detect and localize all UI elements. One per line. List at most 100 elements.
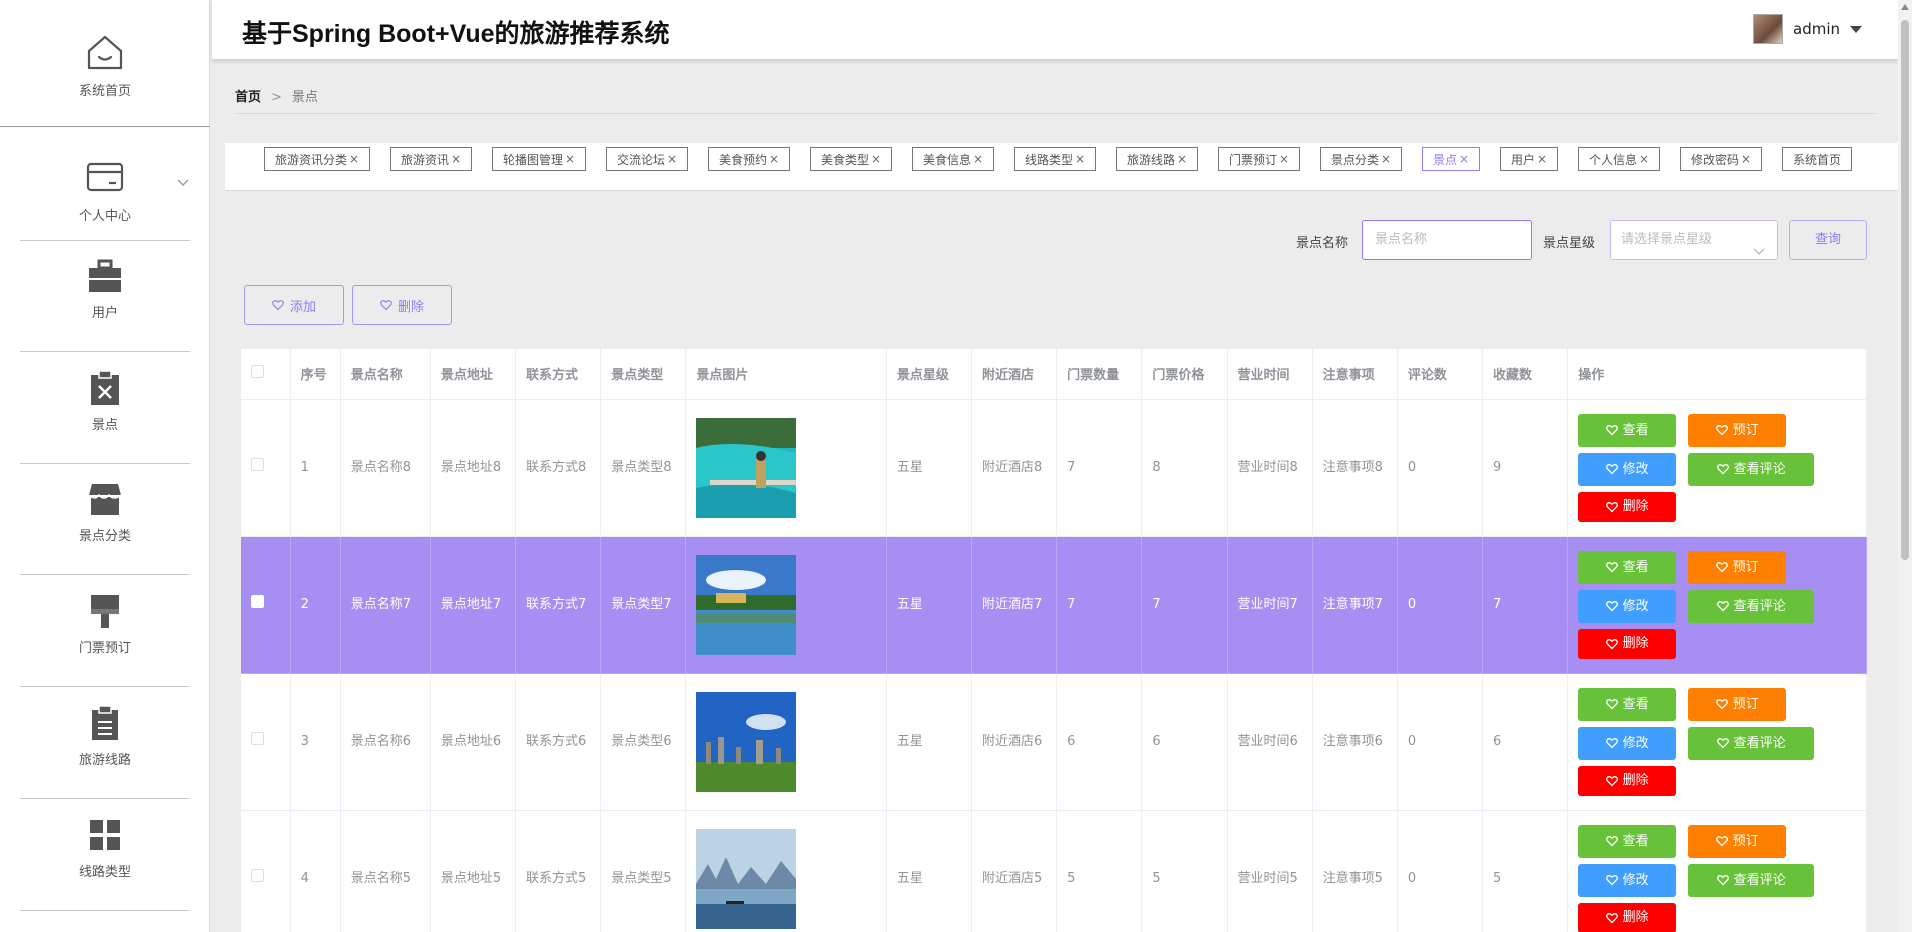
close-icon[interactable]: × (1381, 152, 1391, 166)
tag-personal-info[interactable]: 个人信息 × (1578, 147, 1661, 171)
close-icon[interactable]: × (451, 152, 461, 166)
close-icon[interactable]: × (1177, 152, 1187, 166)
card-icon (85, 157, 125, 197)
close-icon[interactable]: × (769, 152, 779, 166)
sidebar-item-users[interactable]: 用户 (20, 258, 190, 321)
close-icon[interactable]: × (1537, 152, 1547, 166)
row-checkbox[interactable] (251, 458, 264, 471)
sidebar-item-label: 旅游线路 (78, 752, 131, 768)
table-row[interactable]: 2 景点名称7 景点地址7 联系方式7 景点类型7 五星 附近酒店7 7 7 营业时间7 注意事项7… (241, 536, 1867, 674)
book-button[interactable]: 预订 (1688, 550, 1787, 584)
user-name[interactable]: admin (1793, 20, 1840, 38)
tag-food-reservation[interactable]: 美食预约 × (708, 147, 791, 171)
view-comments-button[interactable]: 查看评论 (1688, 452, 1815, 486)
sidebar-item-scenic-spots[interactable]: 景点 (20, 369, 190, 433)
view-button[interactable]: 查看 (1578, 550, 1677, 584)
tag-scenic-spot[interactable]: 景点 × (1422, 147, 1481, 171)
close-icon[interactable]: × (973, 152, 983, 166)
sidebar-item-spot-category[interactable]: 景点分类 (20, 481, 190, 544)
contact-cell: 联系方式6 (515, 673, 602, 811)
close-icon[interactable]: × (871, 152, 881, 166)
row-checkbox[interactable] (251, 732, 264, 745)
sidebar-item-home[interactable]: 系统首页 (20, 20, 190, 110)
tag-label: 用户 (1511, 152, 1536, 167)
delete-button[interactable]: 删除 (1578, 628, 1677, 659)
batch-delete-button[interactable]: 删除 (352, 285, 452, 325)
sidebar-item-personal-center[interactable]: 个人中心 (20, 150, 190, 230)
view-comments-button[interactable]: 查看评论 (1688, 726, 1815, 760)
tag-food-info[interactable]: 美食信息 × (912, 147, 995, 171)
delete-button[interactable]: 删除 (1578, 765, 1677, 796)
delete-label: 删除 (1622, 636, 1649, 651)
edit-button[interactable]: 修改 (1578, 726, 1677, 760)
scroll-up-icon[interactable] (1901, 4, 1909, 10)
book-button[interactable]: 预订 (1688, 824, 1787, 858)
close-icon[interactable]: × (667, 152, 677, 166)
close-icon[interactable]: × (349, 152, 359, 166)
edit-button[interactable]: 修改 (1578, 589, 1677, 623)
table-row[interactable]: 4 景点名称5 景点地址5 联系方式5 景点类型5 五星 附近酒店5 5 5 营业时间5 注意事项5… (241, 810, 1867, 932)
view-comments-button[interactable]: 查看评论 (1688, 863, 1815, 897)
search-name-input[interactable]: 景点名称 (1362, 220, 1532, 260)
scrollbar-thumb[interactable] (1901, 20, 1909, 560)
add-button[interactable]: 添加 (244, 285, 344, 325)
sidebar-item-tour-routes[interactable]: 旅游线路 (20, 704, 190, 768)
tag-system-home[interactable]: 系统首页 (1782, 147, 1853, 171)
chevron-down-icon[interactable] (177, 172, 189, 191)
close-icon[interactable]: × (1459, 152, 1469, 166)
user-menu[interactable]: admin (1753, 14, 1862, 44)
edit-button[interactable]: 修改 (1578, 863, 1677, 897)
row-checkbox[interactable] (251, 595, 264, 608)
tag-tour-route[interactable]: 旅游线路 × (1116, 147, 1199, 171)
column-header: 操作 (1567, 349, 1867, 400)
sidebar-item-ticket-booking[interactable]: 门票预订 (20, 593, 190, 656)
delete-button[interactable]: 删除 (1578, 902, 1677, 932)
delete-button[interactable]: 删除 (1578, 491, 1677, 522)
page-scrollbar[interactable] (1898, 0, 1912, 932)
spot-address-cell: 景点地址5 (430, 810, 517, 932)
table-row[interactable]: 3 景点名称6 景点地址6 联系方式6 景点类型6 五星 附近酒店6 6 6 营业时间6 注意事项6… (241, 673, 1867, 811)
tag-food-type[interactable]: 美食类型 × (810, 147, 893, 171)
heart-icon (1605, 875, 1618, 886)
view-button[interactable]: 查看 (1578, 687, 1677, 721)
sidebar-item-route-types[interactable]: 线路类型 (20, 817, 190, 880)
spot-address-cell: 景点地址7 (430, 536, 517, 674)
row-checkbox[interactable] (251, 869, 264, 882)
tag-carousel-management[interactable]: 轮播图管理 × (492, 147, 587, 171)
edit-button[interactable]: 修改 (1578, 452, 1677, 486)
breadcrumb-home[interactable]: 首页 (235, 90, 261, 105)
close-icon[interactable]: × (1075, 152, 1085, 166)
table-row[interactable]: 1 景点名称8 景点地址8 联系方式8 景点类型8 五星 附近酒店8 7 8 营业时间8 注意事项8… (241, 399, 1867, 537)
close-icon[interactable]: × (1639, 152, 1649, 166)
tag-spot-category[interactable]: 景点分类 × (1320, 147, 1403, 171)
heart-icon (1605, 638, 1618, 649)
close-icon[interactable]: × (1741, 152, 1751, 166)
select-all-cell[interactable] (241, 349, 291, 400)
heart-icon (1605, 601, 1618, 612)
tag-users[interactable]: 用户 × (1500, 147, 1559, 171)
view-button[interactable]: 查看 (1578, 824, 1677, 858)
view-comments-button[interactable]: 查看评论 (1688, 589, 1815, 623)
row-select-cell[interactable] (241, 536, 291, 674)
select-all-checkbox[interactable] (251, 365, 264, 379)
spot-image-cell (685, 810, 887, 932)
avatar[interactable] (1753, 14, 1783, 44)
close-icon[interactable]: × (1279, 152, 1289, 166)
close-icon[interactable]: × (565, 152, 575, 166)
row-select-cell[interactable] (241, 399, 291, 537)
tag-forum[interactable]: 交流论坛 × (606, 147, 689, 171)
row-select-cell[interactable] (241, 810, 291, 932)
book-button[interactable]: 预订 (1688, 413, 1787, 447)
book-button[interactable]: 预订 (1688, 687, 1787, 721)
caret-down-icon[interactable] (1850, 25, 1862, 33)
tag-route-type[interactable]: 线路类型 × (1014, 147, 1097, 171)
query-button[interactable]: 查询 (1789, 220, 1867, 260)
tag-travel-news[interactable]: 旅游资讯 × (390, 147, 473, 171)
row-select-cell[interactable] (241, 673, 291, 811)
tag-travel-news-category[interactable]: 旅游资讯分类 × (264, 147, 371, 171)
tag-ticket-booking[interactable]: 门票预订 × (1218, 147, 1301, 171)
view-button[interactable]: 查看 (1578, 413, 1677, 447)
search-level-select[interactable]: 请选择景点星级 (1610, 220, 1778, 260)
tag-change-password[interactable]: 修改密码 × (1680, 147, 1763, 171)
column-header: 收藏数 (1482, 349, 1569, 400)
